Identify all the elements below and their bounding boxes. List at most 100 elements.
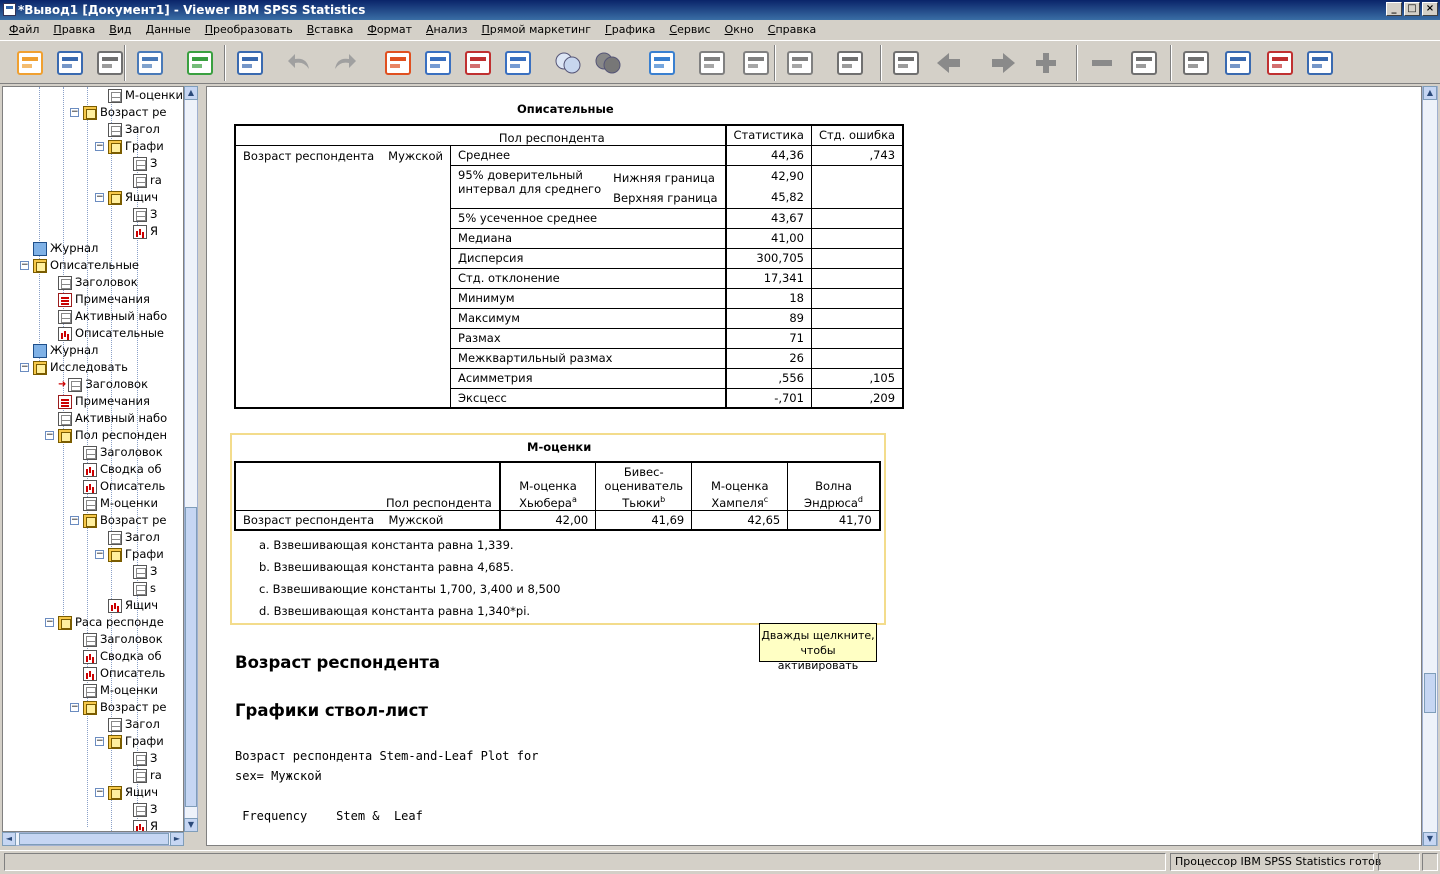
insert-text-file-icon[interactable] <box>1302 46 1338 80</box>
scroll-left-button[interactable]: ◄ <box>2 832 16 846</box>
tree-node[interactable]: Загол <box>108 529 160 546</box>
insert-title-icon[interactable] <box>1220 46 1256 80</box>
insert-text-icon[interactable] <box>1262 46 1298 80</box>
tree-node[interactable]: Ящич <box>108 597 158 614</box>
tree-node[interactable]: Сводка об <box>83 648 162 665</box>
open-icon[interactable] <box>12 46 48 80</box>
collapse-toggle-icon[interactable]: − <box>45 431 54 440</box>
tree-node[interactable]: − Графи <box>95 733 164 750</box>
insert-cases-icon[interactable] <box>460 46 496 80</box>
print-preview-icon[interactable] <box>132 46 168 80</box>
menu-item-1[interactable]: Правка <box>46 20 102 40</box>
outline-vertical-scrollbar[interactable]: ▲ ▼ <box>184 86 198 832</box>
collapse-toggle-icon[interactable]: − <box>20 363 29 372</box>
tree-node[interactable]: Примечания <box>58 393 150 410</box>
collapse-toggle-icon[interactable]: − <box>95 737 104 746</box>
close-button[interactable]: × <box>1422 2 1438 16</box>
doc-scroll-thumb[interactable] <box>1424 673 1436 713</box>
maximize-button[interactable]: □ <box>1404 2 1420 16</box>
collapse-toggle-icon[interactable]: − <box>95 142 104 151</box>
tree-node[interactable]: − Возраст ре <box>70 699 166 716</box>
variables-icon[interactable] <box>500 46 536 80</box>
hscroll-thumb[interactable] <box>19 833 169 845</box>
tree-node[interactable]: − Пол респонден <box>45 427 167 444</box>
menu-item-5[interactable]: Вставка <box>300 20 361 40</box>
menu-item-8[interactable]: Прямой маркетинг <box>475 20 599 40</box>
tree-node[interactable]: З <box>133 750 157 767</box>
doc-scroll-up-button[interactable]: ▲ <box>1423 86 1437 100</box>
tree-node[interactable]: М-оценки <box>108 87 183 104</box>
collapse-toggle-icon[interactable]: − <box>20 261 29 270</box>
back-icon[interactable] <box>930 46 966 80</box>
insert-heading-icon[interactable] <box>832 46 868 80</box>
tree-node[interactable]: Я <box>133 223 158 240</box>
tree-node[interactable]: − Описательные <box>20 257 139 274</box>
goto-variable-icon[interactable] <box>420 46 456 80</box>
tree-node[interactable]: Описательные <box>58 325 164 342</box>
menu-item-7[interactable]: Анализ <box>419 20 475 40</box>
print-icon[interactable] <box>92 46 128 80</box>
menu-item-0[interactable]: Файл <box>2 20 46 40</box>
descriptives-table[interactable]: Пол респондента Статистика Стд. ошибка В… <box>234 124 905 409</box>
menu-item-2[interactable]: Вид <box>102 20 138 40</box>
value-labels-icon[interactable] <box>694 46 730 80</box>
document-vertical-scrollbar[interactable]: ▲ ▼ <box>1422 86 1438 846</box>
collapse-toggle-icon[interactable]: − <box>45 618 54 627</box>
tree-node[interactable]: Загол <box>108 716 160 733</box>
expand-icon[interactable] <box>1028 46 1064 80</box>
tree-node[interactable]: Журнал <box>33 342 98 359</box>
designate-icon[interactable] <box>888 46 924 80</box>
collapse-toggle-icon[interactable]: − <box>70 703 79 712</box>
tree-node[interactable]: Загол <box>108 121 160 138</box>
tree-node[interactable]: Активный набо <box>58 410 167 427</box>
scroll-thumb[interactable] <box>185 507 197 807</box>
show-icon[interactable] <box>1126 46 1162 80</box>
tree-node[interactable]: З <box>133 206 157 223</box>
tree-node[interactable]: Примечания <box>58 291 150 308</box>
minimize-button[interactable]: _ <box>1386 2 1402 16</box>
outline-horizontal-scrollbar[interactable]: ◄ ► <box>2 832 184 846</box>
tree-node[interactable]: Заголовок <box>58 274 138 291</box>
tree-node[interactable]: З <box>133 563 157 580</box>
tree-node[interactable]: − Ящич <box>95 189 158 206</box>
tree-node[interactable]: Активный набо <box>58 308 167 325</box>
show-output-icon[interactable] <box>782 46 818 80</box>
menu-item-9[interactable]: Графика <box>598 20 662 40</box>
tree-node[interactable]: ra <box>133 172 162 189</box>
tree-node[interactable]: − Возраст ре <box>70 512 166 529</box>
tree-node[interactable]: Заголовок <box>83 444 163 461</box>
collapse-toggle-icon[interactable]: − <box>95 788 104 797</box>
tree-node[interactable]: З <box>133 801 157 818</box>
tree-node[interactable]: − Графи <box>95 546 164 563</box>
tree-node[interactable]: − Ящич <box>95 784 158 801</box>
tree-node[interactable]: М-оценки <box>83 495 158 512</box>
menu-item-11[interactable]: Окно <box>718 20 761 40</box>
collapse-icon[interactable] <box>1084 46 1120 80</box>
tree-node[interactable]: Описатель <box>83 665 165 682</box>
hide-icon[interactable] <box>1178 46 1214 80</box>
outline-tree[interactable]: М-оценки − Возраст ре Загол − Графи Зra − Ящич З Я… <box>2 86 184 832</box>
save-icon[interactable] <box>52 46 88 80</box>
output-document[interactable]: Описательные Пол респондента Статистика … <box>206 86 1422 846</box>
recall-dialog-icon[interactable] <box>232 46 268 80</box>
menu-item-6[interactable]: Формат <box>360 20 419 40</box>
tree-node[interactable]: ra <box>133 767 162 784</box>
undo-icon[interactable] <box>282 46 318 80</box>
collapse-toggle-icon[interactable]: − <box>95 193 104 202</box>
tree-node[interactable]: Описатель <box>83 478 165 495</box>
tree-node[interactable]: Сводка об <box>83 461 162 478</box>
goto-data-icon[interactable] <box>380 46 416 80</box>
menu-item-4[interactable]: Преобразовать <box>198 20 300 40</box>
collapse-toggle-icon[interactable]: − <box>95 550 104 559</box>
menu-item-10[interactable]: Сервис <box>662 20 717 40</box>
designate-window-icon[interactable] <box>738 46 774 80</box>
redo-icon[interactable] <box>326 46 362 80</box>
tree-node[interactable]: s <box>133 580 156 597</box>
menu-item-12[interactable]: Справка <box>761 20 823 40</box>
scroll-down-button[interactable]: ▼ <box>184 818 198 832</box>
doc-scroll-down-button[interactable]: ▼ <box>1423 832 1437 846</box>
tree-node[interactable]: З <box>133 155 157 172</box>
weight-cases-icon[interactable] <box>590 46 626 80</box>
collapse-toggle-icon[interactable]: − <box>70 108 79 117</box>
forward-icon[interactable] <box>986 46 1022 80</box>
